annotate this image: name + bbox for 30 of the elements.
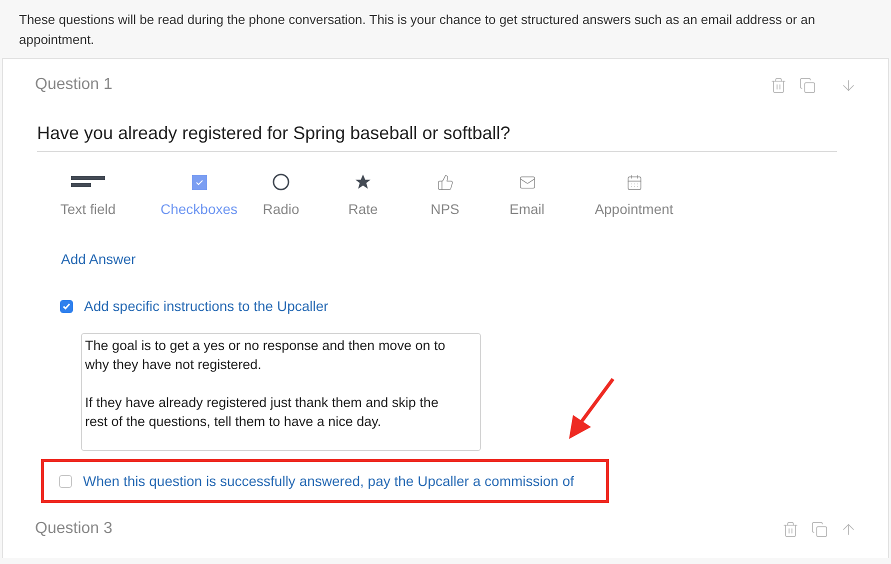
question-type-tab[interactable]: Rate xyxy=(323,170,403,218)
calendar-icon xyxy=(626,174,642,190)
radio-icon xyxy=(272,173,290,191)
question-heading: Question 1 xyxy=(35,75,112,95)
question-text-field[interactable]: Have you already registered for Spring baseball or softball? xyxy=(37,120,837,152)
delete-icon[interactable] xyxy=(782,520,799,538)
question-type-tab[interactable]: Checkboxes xyxy=(159,170,239,218)
question-type-tab[interactable]: Appointment xyxy=(589,170,679,218)
checkbox[interactable] xyxy=(60,300,73,313)
check-icon xyxy=(62,302,71,311)
question-heading: Question 3 xyxy=(35,519,112,539)
question-type-tab[interactable]: Text field xyxy=(59,170,117,218)
add-answer-link[interactable]: Add Answer xyxy=(61,249,136,270)
star-icon xyxy=(354,173,372,191)
copy-icon[interactable] xyxy=(799,76,816,94)
envelope-icon xyxy=(518,174,536,190)
question-type-tab[interactable]: Radio xyxy=(241,170,321,218)
instructions-label: Add specific instructions to the Upcaller xyxy=(84,297,328,316)
text-lines-icon xyxy=(71,176,105,188)
copy-icon[interactable] xyxy=(811,520,828,538)
intro-text: These questions will be read during the phone conversation. This is your chance to get structured answers such as an email address or an appointment. xyxy=(18,11,816,49)
checkbox-icon xyxy=(192,174,206,190)
instructions-field[interactable]: The goal is to get a yes or no response and then move on to why they have not registered. If they have already registered just thank them and skip the rest of the questions, tell them to have a nice day. xyxy=(81,333,481,451)
question-type-tab[interactable]: NPS xyxy=(405,170,485,218)
question-type-tab[interactable]: Email xyxy=(487,170,567,218)
annotation-arrow xyxy=(567,377,617,441)
checkbox[interactable] xyxy=(59,474,72,488)
commission-label: When this question is successfully answered, pay the Upcaller a commission of xyxy=(83,472,574,491)
delete-icon[interactable] xyxy=(770,76,787,94)
thumbs-up-icon xyxy=(436,174,454,190)
